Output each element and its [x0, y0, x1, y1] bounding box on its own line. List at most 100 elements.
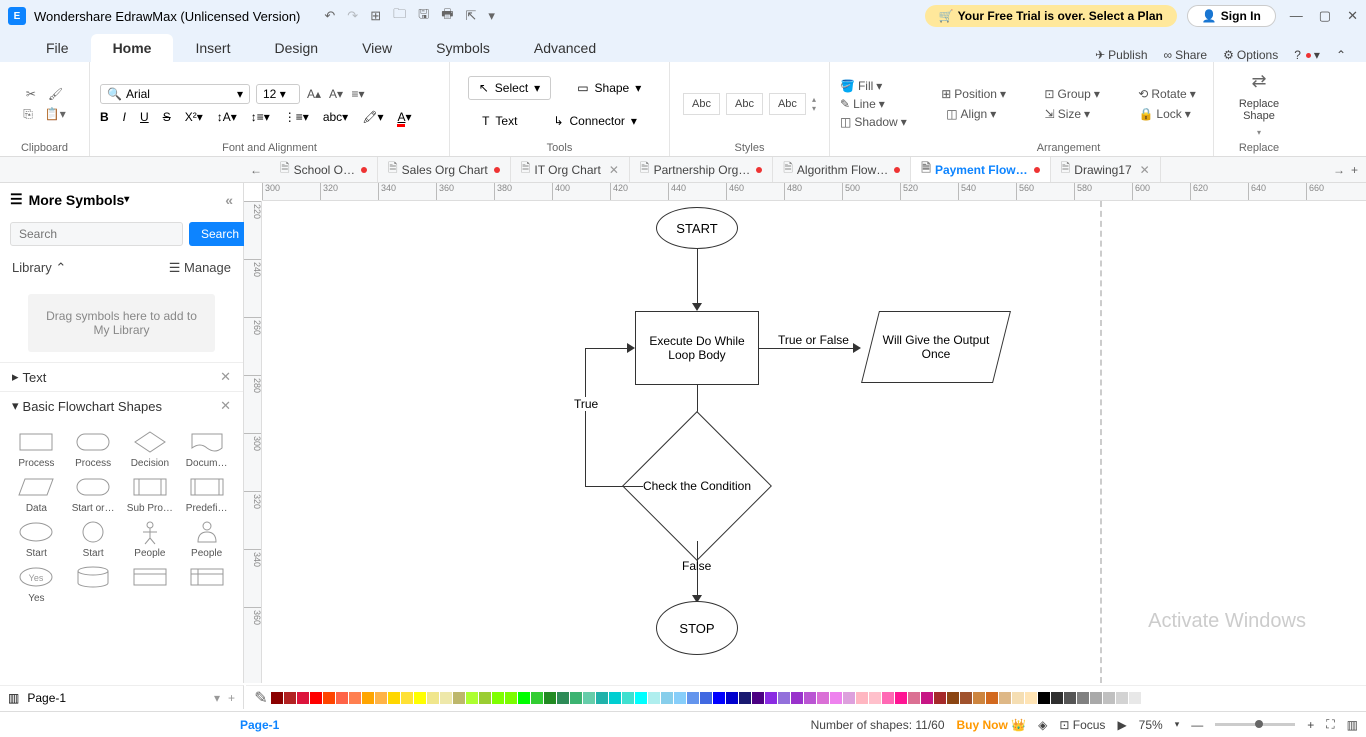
color-swatch[interactable]	[466, 692, 478, 704]
color-swatch[interactable]	[921, 692, 933, 704]
color-swatch[interactable]	[908, 692, 920, 704]
color-swatch[interactable]	[401, 692, 413, 704]
drop-zone[interactable]: Drag symbols here to add to My Library	[28, 294, 215, 352]
color-swatch[interactable]	[609, 692, 621, 704]
color-swatch[interactable]	[843, 692, 855, 704]
shape-palette-item[interactable]: Start or…	[65, 473, 122, 514]
tab-symbols[interactable]: Symbols	[414, 34, 512, 62]
color-swatch[interactable]	[557, 692, 569, 704]
shape-palette-item[interactable]	[178, 563, 235, 604]
export-icon[interactable]: ⇱	[465, 8, 476, 24]
shape-tool[interactable]: ▭Shape▾	[567, 77, 651, 99]
color-swatch[interactable]	[804, 692, 816, 704]
color-swatch[interactable]	[1142, 692, 1154, 704]
color-swatch[interactable]	[726, 692, 738, 704]
underline-icon[interactable]: U	[140, 110, 149, 124]
hamburger-icon[interactable]: ☰	[10, 191, 23, 208]
tab-scroll-left-icon[interactable]: ←	[250, 163, 262, 177]
font-family-select[interactable]: 🔍Arial▾	[100, 84, 250, 104]
color-swatch[interactable]	[986, 692, 998, 704]
pages-icon[interactable]: ▥	[8, 691, 19, 705]
close-icon[interactable]: ✕	[1347, 8, 1358, 24]
font-color-icon[interactable]: A▾	[397, 110, 411, 124]
color-swatch[interactable]	[687, 692, 699, 704]
color-swatch[interactable]	[375, 692, 387, 704]
options-button[interactable]: ⚙Options	[1223, 48, 1278, 62]
style-down-icon[interactable]: ▾	[812, 104, 816, 113]
connector-tool[interactable]: ↳Connector▾	[543, 110, 646, 132]
shape-palette-item[interactable]: People	[122, 518, 179, 559]
section-basic[interactable]: Basic Flowchart Shapes	[23, 399, 162, 414]
color-swatch[interactable]	[492, 692, 504, 704]
color-swatch[interactable]	[713, 692, 725, 704]
highlight-icon[interactable]: 🖍▾	[362, 110, 383, 124]
shape-palette-item[interactable]: YesYes	[8, 563, 65, 604]
shape-palette-item[interactable]: Predefi…	[178, 473, 235, 514]
color-swatch[interactable]	[700, 692, 712, 704]
shape-palette-item[interactable]: Process	[8, 428, 65, 469]
decrease-font-icon[interactable]: A▾	[328, 86, 344, 102]
search-button[interactable]: Search	[189, 222, 251, 246]
fit-page-icon[interactable]: ⛶	[1326, 717, 1334, 732]
color-swatch[interactable]	[960, 692, 972, 704]
redo-icon[interactable]: ↷	[347, 8, 358, 24]
color-swatch[interactable]	[570, 692, 582, 704]
tab-advanced[interactable]: Advanced	[512, 34, 618, 62]
shape-palette-item[interactable]: People	[178, 518, 235, 559]
copy-icon[interactable]: ⎘	[23, 107, 33, 122]
dropdown-icon[interactable]: ▾	[488, 8, 495, 24]
color-swatch[interactable]	[362, 692, 374, 704]
color-swatch[interactable]	[622, 692, 634, 704]
lock-button[interactable]: 🔒Lock▾	[1138, 107, 1190, 121]
color-swatch[interactable]	[973, 692, 985, 704]
color-swatch[interactable]	[453, 692, 465, 704]
style-up-icon[interactable]: ▴	[812, 95, 816, 104]
color-swatch[interactable]	[427, 692, 439, 704]
text-tool[interactable]: TText	[472, 110, 527, 132]
color-swatch[interactable]	[895, 692, 907, 704]
focus-button[interactable]: ⊡ Focus	[1059, 718, 1105, 732]
flowchart-start[interactable]: START	[656, 207, 738, 249]
color-swatch[interactable]	[596, 692, 608, 704]
color-swatch[interactable]	[414, 692, 426, 704]
panel-toggle-icon[interactable]: ▥	[1347, 718, 1358, 732]
page-menu-icon[interactable]: ▾	[214, 691, 220, 705]
color-swatch[interactable]	[297, 692, 309, 704]
shape-palette-item[interactable]: Start	[65, 518, 122, 559]
replace-shape-icon[interactable]: ⇄	[1251, 71, 1266, 92]
color-swatch[interactable]	[934, 692, 946, 704]
color-swatch[interactable]	[869, 692, 881, 704]
format-painter-icon[interactable]: 🖌	[48, 87, 63, 101]
add-page-icon[interactable]: +	[228, 691, 235, 705]
help-button[interactable]: ?▾	[1294, 48, 1320, 62]
search-input[interactable]	[10, 222, 183, 246]
document-tab[interactable]: 🗎IT Org Chart✕	[511, 157, 630, 182]
close-section-icon[interactable]: ✕	[220, 369, 231, 385]
minimize-icon[interactable]: —	[1290, 8, 1303, 24]
zoom-level[interactable]: 75%	[1139, 718, 1163, 732]
color-swatch[interactable]	[336, 692, 348, 704]
color-swatch[interactable]	[271, 692, 283, 704]
tab-home[interactable]: Home	[91, 34, 174, 62]
line-button[interactable]: ✎Line▾	[840, 97, 885, 111]
connector-line[interactable]	[585, 348, 586, 487]
manage-button[interactable]: ☰ Manage	[169, 260, 231, 276]
paste-icon[interactable]: 📋▾	[45, 107, 66, 121]
bold-icon[interactable]: B	[100, 110, 109, 124]
open-icon[interactable]: 🗀	[393, 5, 406, 27]
color-swatch[interactable]	[635, 692, 647, 704]
new-icon[interactable]: ⊞	[370, 8, 381, 24]
page-name[interactable]: Page-1	[27, 691, 66, 705]
color-swatch[interactable]	[518, 692, 530, 704]
position-button[interactable]: ⊞Position▾	[941, 87, 1006, 101]
style-preset-1[interactable]: Abc	[683, 93, 720, 115]
color-swatch[interactable]	[323, 692, 335, 704]
color-swatch[interactable]	[349, 692, 361, 704]
color-swatch[interactable]	[310, 692, 322, 704]
shape-palette-item[interactable]: Decision	[122, 428, 179, 469]
connector-line[interactable]	[759, 348, 853, 349]
color-swatch[interactable]	[791, 692, 803, 704]
color-swatch[interactable]	[1103, 692, 1115, 704]
more-symbols[interactable]: More Symbols	[29, 192, 125, 208]
maximize-icon[interactable]: ▢	[1319, 8, 1331, 24]
